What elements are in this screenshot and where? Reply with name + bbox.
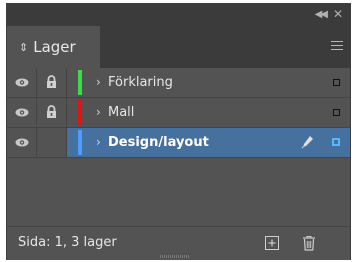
chevron-right-icon[interactable]: ›	[96, 128, 101, 157]
layer-select-box[interactable]	[333, 79, 340, 86]
panel-tab-row: ⇕ Lager	[7, 26, 350, 68]
layer-name[interactable]: Förklaring	[108, 68, 173, 97]
eye-icon	[15, 78, 29, 87]
layer-row-mall[interactable]: › Mall	[7, 98, 350, 128]
layer-name[interactable]: Mall	[108, 98, 134, 127]
new-layer-icon[interactable]	[265, 236, 279, 250]
up-down-arrows-icon: ⇕	[19, 41, 29, 54]
panel-titlebar: ◀◀ ✕	[7, 4, 350, 26]
eye-icon	[15, 108, 29, 117]
resize-grip[interactable]	[160, 255, 190, 258]
layer-select-box[interactable]	[332, 138, 340, 146]
hamburger-menu-icon[interactable]	[331, 41, 343, 50]
tab-lager[interactable]: ⇕ Lager	[7, 26, 100, 68]
layer-row-design-layout[interactable]: › Design/layout	[7, 128, 350, 158]
collapse-icon[interactable]: ◀◀	[315, 8, 328, 22]
visibility-toggle[interactable]	[7, 68, 37, 97]
eye-icon	[15, 138, 29, 147]
visibility-toggle[interactable]	[7, 128, 37, 157]
layers-panel: ◀◀ ✕ ⇕ Lager › Förklaring › Mall › Desig…	[6, 3, 351, 260]
layer-name[interactable]: Design/layout	[108, 128, 209, 157]
chevron-right-icon[interactable]: ›	[96, 98, 101, 127]
lock-toggle[interactable]	[37, 98, 67, 127]
visibility-toggle[interactable]	[7, 98, 37, 127]
layer-row-forklaring[interactable]: › Förklaring	[7, 68, 350, 98]
close-icon[interactable]: ✕	[333, 7, 343, 21]
lock-icon	[47, 75, 56, 88]
layer-select-box[interactable]	[333, 109, 340, 116]
layer-list: › Förklaring › Mall › Design/layout	[7, 68, 350, 158]
lock-icon	[47, 105, 56, 118]
pen-icon	[301, 136, 313, 149]
status-text: Sida: 1, 3 lager	[18, 235, 117, 250]
lock-toggle[interactable]	[37, 128, 67, 157]
layer-color-bar	[78, 70, 82, 95]
layer-color-bar	[78, 130, 82, 155]
trash-icon[interactable]	[302, 235, 316, 251]
layer-color-bar	[78, 100, 82, 125]
tab-label: Lager	[33, 38, 76, 56]
chevron-right-icon[interactable]: ›	[96, 68, 101, 97]
lock-toggle[interactable]	[37, 68, 67, 97]
